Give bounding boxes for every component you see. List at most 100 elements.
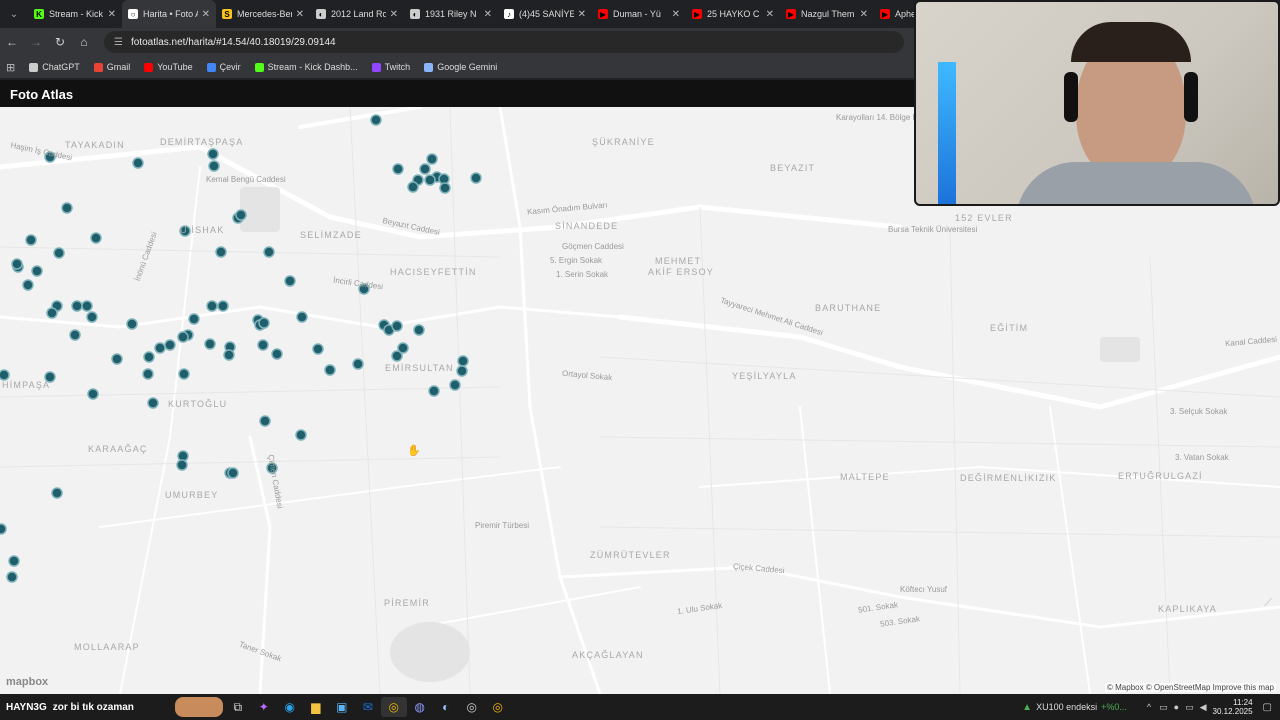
photo-marker[interactable] — [370, 114, 382, 126]
site-info-icon[interactable]: ☰ — [114, 37, 123, 48]
photo-marker[interactable] — [424, 174, 436, 186]
volume-icon[interactable]: ◀ — [1200, 702, 1207, 713]
bookmark-item[interactable]: Twitch — [371, 62, 410, 72]
tab-close-icon[interactable]: ✕ — [484, 9, 492, 20]
browser-tab[interactable]: ♪ (4)45 SANİYE ✕ — [498, 0, 592, 28]
photo-marker[interactable] — [188, 313, 200, 325]
photo-marker[interactable] — [263, 246, 275, 258]
tray-chevron-icon[interactable]: ^ — [1147, 702, 1151, 712]
photo-marker[interactable] — [8, 555, 20, 567]
photo-marker[interactable] — [0, 369, 10, 381]
photo-marker[interactable] — [217, 300, 229, 312]
edge-icon[interactable]: ◉ — [277, 697, 303, 717]
tab-close-icon[interactable]: ✕ — [766, 9, 774, 20]
browser-tab[interactable]: S Mercedes-Benz ✕ — [216, 0, 310, 28]
photo-marker[interactable] — [258, 317, 270, 329]
tray-app-icon[interactable]: ▭ — [1159, 702, 1168, 713]
photo-marker[interactable] — [90, 232, 102, 244]
photo-marker[interactable] — [176, 459, 188, 471]
photo-marker[interactable] — [178, 368, 190, 380]
photo-marker[interactable] — [271, 348, 283, 360]
photo-marker[interactable] — [51, 487, 63, 499]
photo-marker[interactable] — [223, 349, 235, 361]
browser-tab[interactable]: ◐ 1931 Riley N ✕ — [404, 0, 498, 28]
browser-tab[interactable]: ▶ 25 HAYKO C ✕ — [686, 0, 780, 28]
bookmark-item[interactable]: Gmail — [93, 62, 130, 72]
bookmark-item[interactable]: Stream - Kick Dashb... — [254, 62, 358, 72]
photo-marker[interactable] — [235, 209, 247, 221]
tab-close-icon[interactable]: ✕ — [390, 9, 398, 20]
photo-marker[interactable] — [11, 258, 23, 270]
photo-marker[interactable] — [456, 365, 468, 377]
discord-icon[interactable]: ◍ — [407, 697, 433, 717]
photo-marker[interactable] — [207, 148, 219, 160]
tab-search-icon[interactable]: ⌄ — [0, 0, 28, 28]
address-bar[interactable]: ☰ fotoatlas.net/harita/#14.54/40.18019/2… — [104, 31, 904, 53]
chrome-2-icon[interactable]: ◎ — [485, 697, 511, 717]
photo-marker[interactable] — [470, 172, 482, 184]
photo-marker[interactable] — [87, 388, 99, 400]
photo-marker[interactable] — [419, 163, 431, 175]
outlook-icon[interactable]: ✉ — [355, 697, 381, 717]
photo-marker[interactable] — [324, 364, 336, 376]
browser-tab[interactable]: K Stream - Kick ✕ — [28, 0, 122, 28]
photo-marker[interactable] — [397, 342, 409, 354]
photo-marker[interactable] — [413, 324, 425, 336]
photo-marker[interactable] — [81, 300, 93, 312]
photo-marker[interactable] — [352, 358, 364, 370]
photo-marker[interactable] — [71, 300, 83, 312]
tab-close-icon[interactable]: ✕ — [108, 9, 116, 20]
bookmark-item[interactable]: ChatGPT — [29, 62, 80, 72]
photo-marker[interactable] — [132, 157, 144, 169]
draw-icon[interactable]: ⟋ — [1264, 597, 1272, 610]
photo-marker[interactable] — [154, 342, 166, 354]
photo-marker[interactable] — [53, 247, 65, 259]
apps-grid-icon[interactable]: ⊞ — [6, 61, 15, 74]
photo-marker[interactable] — [61, 202, 73, 214]
stock-label[interactable]: XU100 endeksi — [1036, 702, 1097, 712]
photo-marker[interactable] — [428, 385, 440, 397]
photo-marker[interactable] — [208, 160, 220, 172]
monitor-icon[interactable]: ▭ — [1185, 702, 1194, 713]
tab-close-icon[interactable]: ✕ — [296, 9, 304, 20]
photo-marker[interactable] — [143, 351, 155, 363]
browser-tab[interactable]: ◐ 2012 Land Rover ✕ — [310, 0, 404, 28]
obs-icon[interactable]: ◎ — [459, 697, 485, 717]
photo-marker[interactable] — [177, 331, 189, 343]
photo-marker[interactable] — [227, 467, 239, 479]
chrome-icon[interactable]: ◎ — [380, 697, 407, 717]
copilot-icon[interactable]: ✦ — [251, 697, 277, 717]
photo-marker[interactable] — [426, 153, 438, 165]
photo-marker[interactable] — [457, 355, 469, 367]
photo-marker[interactable] — [111, 353, 123, 365]
photo-marker[interactable] — [392, 163, 404, 175]
photo-marker[interactable] — [164, 339, 176, 351]
photo-marker[interactable] — [69, 329, 81, 341]
widget-icon[interactable] — [173, 697, 225, 717]
mapbox-logo[interactable]: mapbox — [6, 676, 48, 688]
tab-close-icon[interactable]: ✕ — [672, 9, 680, 20]
mic-icon[interactable]: ● — [1174, 702, 1179, 712]
photo-marker[interactable] — [449, 379, 461, 391]
file-explorer-icon[interactable]: ▆ — [303, 697, 329, 717]
forward-icon[interactable]: → — [24, 35, 48, 49]
tab-close-icon[interactable]: ✕ — [860, 9, 868, 20]
photo-marker[interactable] — [0, 523, 7, 535]
task-view-icon[interactable]: ⧉ — [225, 697, 251, 717]
photo-marker[interactable] — [25, 234, 37, 246]
photo-marker[interactable] — [257, 339, 269, 351]
photo-marker[interactable] — [312, 343, 324, 355]
photo-marker[interactable] — [215, 246, 227, 258]
clock[interactable]: 11:24 30.12.2025 — [1213, 698, 1253, 716]
bookmark-item[interactable]: Çevir — [206, 62, 241, 72]
back-icon[interactable]: ← — [0, 35, 24, 49]
photo-marker[interactable] — [31, 265, 43, 277]
browser-tab[interactable]: ▶ Duman - Yü ✕ — [592, 0, 686, 28]
photo-marker[interactable] — [86, 311, 98, 323]
photo-marker[interactable] — [407, 181, 419, 193]
browser-tab[interactable]: ▶ Nazgul Them ✕ — [780, 0, 874, 28]
home-icon[interactable]: ⌂ — [72, 35, 96, 49]
photo-marker[interactable] — [206, 300, 218, 312]
store-icon[interactable]: ▣ — [329, 697, 355, 717]
reload-icon[interactable]: ↻ — [48, 35, 72, 49]
